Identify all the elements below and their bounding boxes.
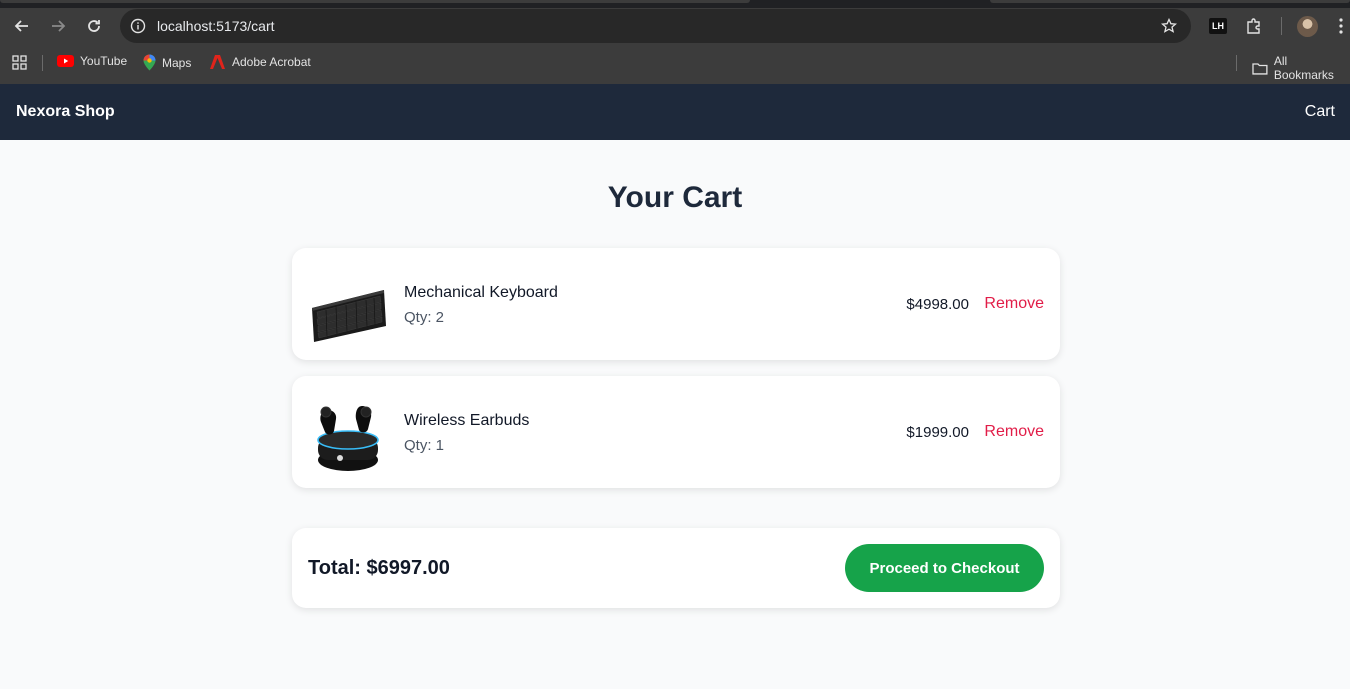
cart-item: Mechanical Keyboard Qty: 2 $4998.00 Remo… xyxy=(292,248,1060,360)
page-title: Your Cart xyxy=(607,181,743,214)
cart-item: Wireless Earbuds Qty: 1 $1999.00 Remove xyxy=(292,376,1060,488)
bookmark-separator xyxy=(42,55,43,71)
item-quantity: Qty: 2 xyxy=(404,309,445,326)
remove-button[interactable]: Remove xyxy=(984,423,1044,441)
bookmark-adobe-acrobat[interactable]: Adobe Acrobat xyxy=(209,54,311,70)
bookmark-youtube[interactable]: YouTube xyxy=(57,54,127,68)
url-text[interactable]: localhost:5173/cart xyxy=(157,18,275,34)
profile-avatar-icon[interactable] xyxy=(1296,15,1318,37)
bookmark-separator xyxy=(1236,55,1237,71)
proceed-to-checkout-button[interactable]: Proceed to Checkout xyxy=(845,544,1044,592)
item-quantity: Qty: 1 xyxy=(404,437,445,454)
browser-toolbar: localhost:5173/cart LH xyxy=(0,8,1350,44)
apps-grid-icon[interactable] xyxy=(12,55,27,70)
toolbar-divider xyxy=(1281,17,1282,35)
earbuds-image xyxy=(306,390,390,474)
folder-icon xyxy=(1252,62,1268,75)
item-name: Mechanical Keyboard xyxy=(404,284,558,301)
site-info-icon[interactable] xyxy=(128,16,148,36)
browser-menu-icon[interactable] xyxy=(1334,15,1348,37)
item-price: $1999.00 xyxy=(906,424,969,441)
browser-chrome: localhost:5173/cart LH YouTube Maps Adob… xyxy=(0,0,1350,84)
back-arrow-icon xyxy=(14,20,28,32)
all-bookmarks[interactable]: All Bookmarks xyxy=(1252,54,1350,82)
nav-cart-link[interactable]: Cart xyxy=(1305,103,1335,121)
cart-summary: Total: $6997.00 Proceed to Checkout xyxy=(292,528,1060,608)
item-name: Wireless Earbuds xyxy=(404,412,530,429)
bookmark-label: Maps xyxy=(162,55,192,70)
tab-strip xyxy=(0,0,1350,8)
maps-icon xyxy=(143,54,156,71)
extension-badge: LH xyxy=(1209,18,1227,34)
back-button[interactable] xyxy=(10,14,34,38)
extensions-puzzle-icon[interactable] xyxy=(1243,15,1265,37)
lighthouse-extension-icon[interactable]: LH xyxy=(1207,15,1229,37)
bookmark-label: YouTube xyxy=(80,54,128,68)
address-bar[interactable]: localhost:5173/cart xyxy=(120,9,1191,43)
acrobat-icon xyxy=(210,55,225,69)
cart-total: Total: $6997.00 xyxy=(308,557,450,579)
keyboard-image xyxy=(306,262,390,346)
bookmarks-bar: YouTube Maps Adobe Acrobat All Bookmarks xyxy=(0,46,1350,82)
bookmark-maps[interactable]: Maps xyxy=(143,54,191,71)
forward-arrow-icon xyxy=(52,20,66,32)
item-price: $4998.00 xyxy=(906,296,969,313)
reload-button[interactable] xyxy=(82,14,106,38)
remove-button[interactable]: Remove xyxy=(984,295,1044,313)
all-bookmarks-label: All Bookmarks xyxy=(1273,54,1334,82)
forward-button[interactable] xyxy=(46,14,70,38)
reload-icon xyxy=(88,20,100,32)
active-tab-edge xyxy=(0,0,750,3)
youtube-icon xyxy=(57,55,74,67)
bookmark-label: Adobe Acrobat xyxy=(232,55,311,69)
bookmark-star-icon[interactable] xyxy=(1159,16,1179,36)
app-navbar: Nexora Shop Cart xyxy=(0,84,1350,140)
brand-logo[interactable]: Nexora Shop xyxy=(16,103,115,121)
tab-edge xyxy=(990,0,1350,3)
